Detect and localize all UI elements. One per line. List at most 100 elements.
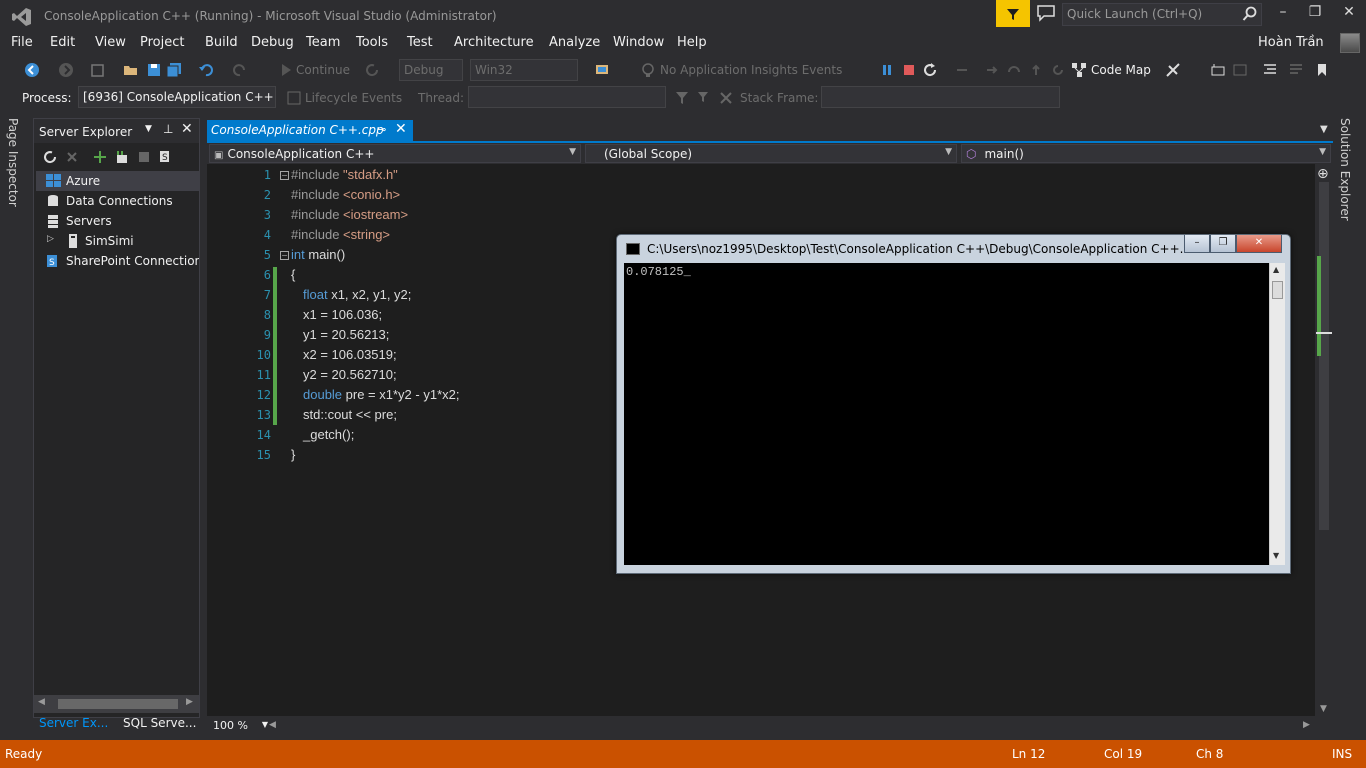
code-map-button[interactable]: Code Map (1091, 63, 1151, 77)
refresh-icon[interactable] (42, 149, 58, 165)
console-minimize-button[interactable]: – (1184, 235, 1210, 253)
horizontal-scrollbar[interactable]: ◀ ▶ (34, 695, 199, 713)
menu-test[interactable]: Test (407, 35, 433, 50)
panel-menu-chevron-down-icon[interactable]: ▼ (145, 124, 152, 134)
toggle-flags-icon[interactable] (696, 90, 712, 106)
diagnostics-icon[interactable] (1165, 62, 1181, 78)
menu-analyze[interactable]: Analyze (549, 35, 600, 50)
menu-file[interactable]: File (11, 35, 33, 50)
stop-debugging-icon[interactable] (901, 62, 917, 78)
thread-select[interactable] (468, 86, 666, 108)
close-button[interactable]: ✕ (1334, 4, 1364, 24)
avatar[interactable] (1340, 33, 1360, 53)
menu-architecture[interactable]: Architecture (454, 35, 534, 50)
user-name[interactable]: Hoàn Trần (1258, 35, 1324, 50)
connect-to-sharepoint-icon[interactable] (136, 149, 152, 165)
minimize-button[interactable]: – (1268, 4, 1298, 24)
undo-icon[interactable] (198, 62, 214, 78)
redo-icon[interactable] (232, 62, 248, 78)
continue-icon[interactable] (278, 62, 294, 78)
pin-icon[interactable]: ⊥ (163, 122, 173, 136)
quick-launch-input[interactable]: Quick Launch (Ctrl+Q) (1062, 3, 1262, 26)
show-next-statement-icon[interactable] (954, 62, 970, 78)
feedback-icon[interactable] (1036, 4, 1056, 22)
close-panel-icon[interactable]: ✕ (181, 121, 193, 137)
connect-to-database-icon[interactable] (92, 149, 108, 165)
format-icon[interactable] (1262, 62, 1278, 78)
tab-server-explorer[interactable]: Server Ex... (39, 716, 108, 730)
menu-tools[interactable]: Tools (356, 35, 388, 50)
connect-to-server-icon[interactable] (114, 149, 130, 165)
menu-team[interactable]: Team (306, 35, 340, 50)
editor-vertical-scrollbar[interactable] (1315, 164, 1333, 716)
tree-item-azure[interactable]: Azure (36, 171, 199, 191)
restart-icon[interactable] (922, 62, 938, 78)
console-vertical-scrollbar[interactable]: ▲ ▼ (1269, 263, 1285, 565)
menu-debug[interactable]: Debug (251, 35, 294, 50)
close-tab-icon[interactable]: ✕ (395, 121, 407, 137)
menu-window[interactable]: Window (613, 35, 664, 50)
step-out-icon[interactable] (1028, 62, 1044, 78)
scroll-right-icon[interactable]: ▶ (186, 697, 193, 707)
tree-item-sharepoint-connections[interactable]: S SharePoint Connections (36, 251, 199, 271)
notifications-button[interactable] (996, 0, 1030, 27)
expand-chevron-right-icon[interactable]: ▷ (47, 234, 54, 244)
navigate-forward-icon[interactable] (58, 62, 74, 78)
navigate-back-icon[interactable] (24, 62, 40, 78)
maximize-button[interactable]: ❐ (1300, 4, 1330, 24)
save-all-icon[interactable] (166, 62, 182, 78)
scroll-right-icon[interactable]: ▶ (1303, 720, 1310, 730)
menu-view[interactable]: View (95, 35, 126, 50)
menu-edit[interactable]: Edit (50, 35, 75, 50)
continue-button[interactable]: Continue (296, 63, 350, 77)
menu-project[interactable]: Project (140, 35, 184, 50)
search-icon[interactable] (1242, 6, 1258, 22)
scrollbar-thumb[interactable] (1319, 182, 1329, 530)
member-select[interactable]: ⬡ main() ▼ (961, 144, 1331, 163)
scope-select[interactable]: (Global Scope) ▼ (585, 144, 957, 163)
stop-icon[interactable] (64, 149, 80, 165)
stack-frame-select[interactable] (821, 86, 1060, 108)
menu-build[interactable]: Build (205, 35, 238, 50)
solution-explorer-tab[interactable]: Solution Explorer (1338, 118, 1358, 238)
application-insights-button[interactable]: No Application Insights Events (660, 63, 842, 77)
collapse-region-icon[interactable]: − (280, 171, 289, 180)
flag-threads-icon[interactable] (674, 90, 690, 106)
process-select[interactable]: [6936] ConsoleApplication C++.e (78, 86, 276, 108)
document-list-chevron-down-icon[interactable]: ▼ (1320, 124, 1328, 135)
scrollbar-thumb[interactable] (1272, 281, 1283, 299)
console-maximize-button[interactable]: ❐ (1210, 235, 1236, 253)
sharepoint-connect-icon[interactable]: S (158, 149, 174, 165)
project-select[interactable]: ▣ ConsoleApplication C++ ▼ (209, 144, 581, 163)
new-project-icon[interactable] (90, 62, 106, 78)
step-into-icon[interactable] (984, 62, 1000, 78)
lifecycle-events-icon[interactable] (286, 90, 302, 106)
console-output-area[interactable]: 0.078125_ (624, 263, 1269, 565)
save-icon[interactable] (146, 62, 162, 78)
application-insights-icon[interactable] (640, 62, 656, 78)
split-window-icon[interactable]: ⊕ (1317, 166, 1329, 182)
bookmark-icon[interactable] (1314, 62, 1330, 78)
tab-sql-server-explorer[interactable]: SQL Serve... (123, 716, 196, 730)
stack-frame-icon[interactable] (718, 90, 734, 106)
lifecycle-events-button[interactable]: Lifecycle Events (305, 91, 402, 105)
pin-tab-icon[interactable]: ⊸ (377, 123, 386, 136)
layout-alt-icon[interactable] (1232, 62, 1248, 78)
break-all-icon[interactable] (879, 62, 895, 78)
menu-help[interactable]: Help (677, 35, 707, 50)
page-inspector-tab[interactable]: Page Inspector (6, 118, 26, 218)
scrollbar-thumb[interactable] (58, 699, 178, 709)
scroll-up-icon[interactable]: ▲ (1273, 265, 1279, 274)
step-over-icon[interactable] (1006, 62, 1022, 78)
solution-platform-select[interactable]: Win32 (470, 59, 578, 81)
scroll-left-icon[interactable]: ◀ (38, 697, 45, 707)
tree-item-servers[interactable]: Servers (36, 211, 199, 231)
collapse-region-icon[interactable]: − (280, 251, 289, 260)
layout-icon[interactable] (1210, 62, 1226, 78)
scroll-left-icon[interactable]: ◀ (269, 720, 276, 730)
refresh-icon[interactable] (364, 62, 380, 78)
scroll-down-icon[interactable]: ▼ (1320, 704, 1327, 714)
code-map-icon[interactable] (1071, 62, 1087, 78)
zoom-select[interactable]: 100 % ▼ (210, 717, 270, 735)
solution-configuration-select[interactable]: Debug (399, 59, 463, 81)
